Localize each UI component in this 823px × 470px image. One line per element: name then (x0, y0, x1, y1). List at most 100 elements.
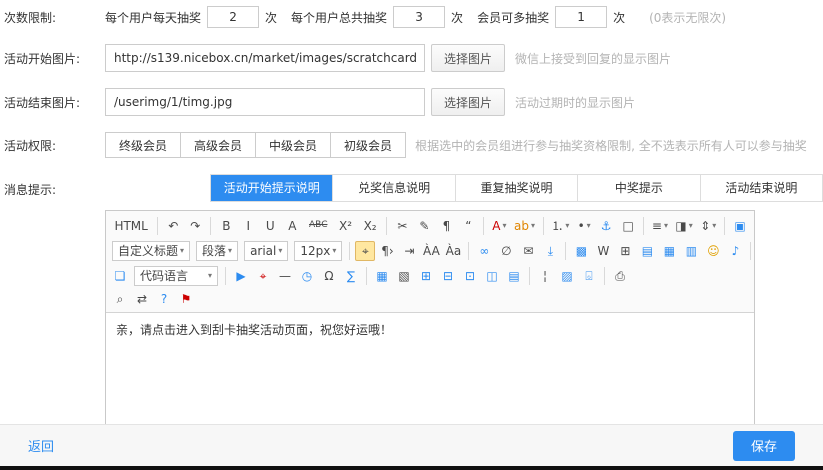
template-icon[interactable]: ⌺ (579, 266, 599, 286)
underline-icon[interactable]: U (260, 216, 280, 236)
font-border-icon[interactable]: A (282, 216, 302, 236)
map-icon[interactable]: ⌖ (253, 266, 273, 286)
daily-limit-input[interactable] (207, 6, 259, 28)
formula-icon[interactable]: ∑ (341, 266, 361, 286)
download-icon[interactable]: ⤓ (540, 241, 560, 261)
help-icon[interactable]: ? (154, 289, 174, 309)
uppercase-icon[interactable]: ÀA (421, 241, 441, 261)
insert-code-icon[interactable]: ❏ (110, 266, 130, 286)
start-image-pick-button[interactable]: 选择图片 (431, 44, 505, 72)
tab-repeat-draw[interactable]: 重复抽奖说明 (456, 175, 578, 201)
music-icon[interactable]: ♪ (725, 241, 745, 261)
align-icon[interactable]: ≡▾ (649, 216, 671, 236)
ordered-list-icon[interactable]: ⒈▾ (549, 216, 572, 236)
superscript-icon[interactable]: X² (334, 216, 357, 236)
delete-table-icon[interactable]: ▧ (394, 266, 414, 286)
paragraph-format-select[interactable]: 段落▾ (196, 241, 238, 261)
undo-icon[interactable]: ↶ (163, 216, 183, 236)
split-cells-icon[interactable]: ◫ (482, 266, 502, 286)
font-color-icon[interactable]: A▾ (489, 216, 509, 236)
direction-ltr-icon[interactable]: ¶› (377, 241, 397, 261)
extra-limit-input[interactable] (555, 6, 607, 28)
selection-cursor-icon[interactable]: ⌖ (355, 241, 375, 261)
blockquote-icon[interactable]: “ (458, 216, 478, 236)
tab-redeem-info[interactable]: 兑奖信息说明 (333, 175, 455, 201)
insert-col-icon[interactable]: ⊟ (438, 266, 458, 286)
remove-format-icon[interactable]: ✂ (392, 216, 412, 236)
background-color-icon[interactable]: ab▾ (511, 216, 537, 236)
start-image-input[interactable] (105, 44, 425, 72)
font-size-select[interactable]: 12px▾ (294, 241, 342, 261)
toolbar-separator (529, 267, 530, 285)
italic-icon[interactable]: I (238, 216, 258, 236)
background-icon[interactable]: ▨ (557, 266, 577, 286)
permissions-hint: 根据选中的会员组进行参与抽奖资格限制, 全不选表示所有人可以参与抽奖 (415, 137, 807, 154)
emoji-icon[interactable]: ☺ (703, 241, 723, 261)
font-family-select[interactable]: arial▾ (244, 241, 288, 261)
member-level-button-3[interactable]: 初级会员 (330, 132, 406, 158)
strikethrough-icon[interactable]: ABC (304, 216, 332, 236)
indent-icon[interactable]: ⇥ (399, 241, 419, 261)
insert-image-icon[interactable]: ▩ (571, 241, 591, 261)
end-image-input[interactable] (105, 88, 425, 116)
extra-limit-text: 会员可多抽奖 (477, 9, 549, 26)
custom-title-select[interactable]: 自定义标题▾ (112, 241, 190, 261)
code-language-select[interactable]: 代码语言▾ (134, 266, 218, 286)
table-header-icon[interactable]: ▥ (681, 241, 701, 261)
back-link[interactable]: 返回 (28, 436, 54, 455)
link-icon[interactable]: ∞ (474, 241, 494, 261)
tab-winning-tip[interactable]: 中奖提示 (578, 175, 700, 201)
fullscreen-icon[interactable]: ▣ (730, 216, 750, 236)
page-break-icon[interactable]: ¦ (535, 266, 555, 286)
unlink-icon[interactable]: ∅ (496, 241, 516, 261)
format-brush-icon[interactable]: ✎ (414, 216, 434, 236)
save-button[interactable]: 保存 (733, 431, 795, 461)
subscript-icon[interactable]: X₂ (359, 216, 382, 236)
date-time-icon[interactable]: ◷ (297, 266, 317, 286)
special-chars-icon[interactable]: Ω (319, 266, 339, 286)
toolbar-separator (210, 217, 211, 235)
insert-table-icon[interactable]: ▦ (372, 266, 392, 286)
video-icon[interactable]: ▶ (231, 266, 251, 286)
member-level-button-0[interactable]: 终级会员 (105, 132, 181, 158)
table-layout-icon[interactable]: ▤ (637, 241, 657, 261)
image-float-icon[interactable]: ◨▾ (673, 216, 696, 236)
redo-icon[interactable]: ↷ (185, 216, 205, 236)
activity-settings-form: 次数限制: 每个用户每天抽奖 次 每个用户总共抽奖 次 会员可多抽奖 次 (0表… (0, 0, 823, 427)
toolbar-separator (750, 242, 751, 260)
lowercase-icon[interactable]: Àa (443, 241, 463, 261)
bold-icon[interactable]: B (216, 216, 236, 236)
tab-activity-start-tip[interactable]: 活动开始提示说明 (211, 175, 333, 201)
source-icon[interactable]: HTML (110, 216, 152, 236)
insert-row-icon[interactable]: ⊞ (416, 266, 436, 286)
start-image-label: 活动开始图片: (4, 50, 105, 67)
toolbar-separator (468, 242, 469, 260)
table-grid-icon[interactable]: ▦ (659, 241, 679, 261)
end-image-pick-button[interactable]: 选择图片 (431, 88, 505, 116)
line-height-icon[interactable]: ⇕▾ (697, 216, 719, 236)
print-icon[interactable]: ⎙ (610, 266, 630, 286)
table-title-icon[interactable]: ▤ (504, 266, 524, 286)
anchor-icon[interactable]: ⚓ (596, 216, 616, 236)
screenshot-icon[interactable]: ⊞ (615, 241, 635, 261)
extra-limit-unit: 次 (613, 9, 625, 26)
word-image-icon[interactable]: W (593, 241, 613, 261)
mail-icon[interactable]: ✉ (518, 241, 538, 261)
search-icon[interactable]: ⌕ (110, 289, 130, 309)
editor-toolbar-row-4: ⌕⇄?⚑ (109, 288, 751, 310)
unordered-list-icon[interactable]: •▾ (574, 216, 594, 236)
drafts-icon[interactable]: ⚑ (176, 289, 196, 309)
toolbar-separator (483, 217, 484, 235)
horizontal-rule-icon[interactable]: — (275, 266, 295, 286)
auto-typeset-icon[interactable]: ¶ (436, 216, 456, 236)
member-level-button-2[interactable]: 中级会员 (255, 132, 331, 158)
toolbar-separator (349, 242, 350, 260)
merge-cells-icon[interactable]: ⊡ (460, 266, 480, 286)
tab-activity-end[interactable]: 活动结束说明 (701, 175, 822, 201)
new-document-icon[interactable]: □ (618, 216, 638, 236)
member-level-button-1[interactable]: 高级会员 (180, 132, 256, 158)
total-limit-input[interactable] (393, 6, 445, 28)
editor-content[interactable]: 亲，请点击进入到刮卡抽奖活动页面，祝您好运哦！ (106, 313, 754, 426)
search-replace-icon[interactable]: ⇄ (132, 289, 152, 309)
total-limit-unit: 次 (451, 9, 463, 26)
